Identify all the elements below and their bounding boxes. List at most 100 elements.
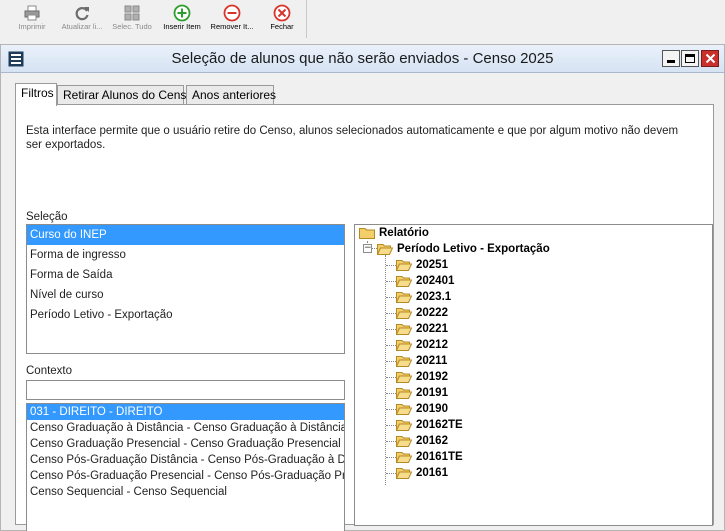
tree-node-label: 20162TE <box>416 419 463 431</box>
open-folder-icon <box>396 436 412 448</box>
tree-connector <box>386 345 396 346</box>
tree-node-label: 20212 <box>416 339 448 351</box>
collapse-toggle[interactable]: − <box>363 244 372 253</box>
tree-node-period[interactable]: 20222 <box>396 305 448 321</box>
selecao-item[interactable]: Curso do INEP <box>27 225 344 245</box>
tree-connector <box>386 409 396 410</box>
tree-node-label: 20251 <box>416 259 448 271</box>
toolbar: Imprimir Atualizar li... Selec. Tudo Ins… <box>0 0 725 38</box>
tree-node-label: 20221 <box>416 323 448 335</box>
contexto-label: Contexto <box>26 365 73 377</box>
contexto-item[interactable]: Censo Graduação à Distância - Censo Grad… <box>27 420 344 436</box>
tree-node-label: Relatório <box>379 227 429 239</box>
folder-icon <box>359 228 375 240</box>
contexto-list[interactable]: 031 - DIREITO - DIREITO Censo Graduação … <box>26 403 345 531</box>
selecao-item[interactable]: Nível de curso <box>27 285 344 305</box>
tree-connector <box>386 361 396 362</box>
tree-connector <box>386 393 396 394</box>
selecao-list[interactable]: Curso do INEP Forma de ingresso Forma de… <box>26 224 345 354</box>
contexto-item[interactable]: Censo Graduação Presencial - Censo Gradu… <box>27 436 344 452</box>
tree-connector <box>386 329 396 330</box>
tree-node-root[interactable]: Relatório <box>359 225 429 241</box>
tree-node-label: 20211 <box>416 355 448 367</box>
tree-node-period[interactable]: 20251 <box>396 257 448 273</box>
tree-connector <box>386 425 396 426</box>
select-all-button-label: Selec. Tudo <box>112 22 152 31</box>
tree-node-period[interactable]: 20212 <box>396 337 448 353</box>
plus-circle-icon <box>173 4 191 22</box>
window-titlebar[interactable]: Seleção de alunos que não serão enviados… <box>1 45 724 73</box>
open-folder-icon <box>396 468 412 480</box>
contexto-filter-input[interactable] <box>26 380 345 400</box>
window-close-button[interactable] <box>701 50 719 67</box>
minimize-button[interactable] <box>662 50 680 67</box>
tree-connector <box>386 313 396 314</box>
tree-node-period[interactable]: 2023.1 <box>396 289 451 305</box>
tree-node-label: 20161TE <box>416 451 463 463</box>
contexto-item[interactable]: Censo Sequencial - Censo Sequencial <box>27 484 344 500</box>
select-all-icon <box>124 5 140 21</box>
open-folder-icon <box>396 276 412 288</box>
tree-node-label: 20162 <box>416 435 448 447</box>
tree-node-period[interactable]: 202401 <box>396 273 454 289</box>
toolbar-group: Imprimir Atualizar li... Selec. Tudo Ins… <box>0 0 307 38</box>
refresh-list-button-label: Atualizar li... <box>61 22 103 31</box>
tree-connector <box>386 473 396 474</box>
close-button[interactable]: Fechar <box>254 2 310 36</box>
open-folder-icon <box>396 404 412 416</box>
print-button[interactable]: Imprimir <box>4 2 60 36</box>
contexto-item[interactable]: Censo Pós-Graduação Distância - Censo Pó… <box>27 452 344 468</box>
refresh-list-button[interactable]: Atualizar li... <box>54 2 110 36</box>
selecao-item[interactable]: Forma de Saída <box>27 265 344 285</box>
tree-connector <box>385 255 386 485</box>
open-folder-icon <box>396 420 412 432</box>
tab-anos-anteriores[interactable]: Anos anteriores <box>186 85 276 105</box>
close-circle-icon <box>273 4 291 22</box>
maximize-button[interactable] <box>681 50 699 67</box>
tree-node-label: 20222 <box>416 307 448 319</box>
selecao-item[interactable]: Forma de ingresso <box>27 245 344 265</box>
tree-node-period[interactable]: 20221 <box>396 321 448 337</box>
remove-item-button[interactable]: Remover It... <box>204 2 260 36</box>
window-title: Seleção de alunos que não serão enviados… <box>171 50 554 67</box>
print-button-label: Imprimir <box>18 22 46 31</box>
minimize-icon <box>667 60 675 63</box>
tree-node-period[interactable]: 20211 <box>396 353 447 369</box>
tree-node-period[interactable]: 20162 <box>396 433 448 449</box>
open-folder-icon <box>396 388 412 400</box>
insert-item-button[interactable]: Inserir Item <box>154 2 210 36</box>
tree-node-period[interactable]: 20161TE <box>396 449 463 465</box>
maximize-icon <box>685 54 695 63</box>
minus-circle-icon <box>223 4 241 22</box>
tree-connector <box>386 297 396 298</box>
tree-node-label: 2023.1 <box>416 291 452 303</box>
tree-node-label: 20191 <box>416 387 448 399</box>
selecao-item[interactable]: Período Letivo - Exportação <box>27 305 344 325</box>
tree-connector <box>386 457 396 458</box>
tree-node-period[interactable]: 20192 <box>396 369 448 385</box>
close-button-label: Fechar <box>270 22 294 31</box>
selection-window: Seleção de alunos que não serão enviados… <box>0 44 725 531</box>
contexto-item[interactable]: 031 - DIREITO - DIREITO <box>27 404 344 420</box>
open-folder-icon <box>396 340 412 352</box>
contexto-item[interactable]: Censo Pós-Graduação Presencial - Censo P… <box>27 468 344 484</box>
tree-node-label: 20192 <box>416 371 448 383</box>
open-folder-icon <box>396 372 412 384</box>
tree-node-label: 20161 <box>416 467 448 479</box>
tree-node-period[interactable]: 20162TE <box>396 417 463 433</box>
open-folder-icon <box>396 324 412 336</box>
tree-node-periodo[interactable]: Período Letivo - Exportação <box>377 241 550 257</box>
open-folder-icon <box>396 308 412 320</box>
open-folder-icon <box>396 356 412 368</box>
tree-node-period[interactable]: 20161 <box>396 465 448 481</box>
refresh-icon <box>75 7 89 21</box>
tree-node-period[interactable]: 20190 <box>396 401 448 417</box>
tree-node-period[interactable]: 20191 <box>396 385 448 401</box>
select-all-button[interactable]: Selec. Tudo <box>104 2 160 36</box>
tree-connector <box>386 265 396 266</box>
tree-connector <box>386 377 396 378</box>
tab-filtros[interactable]: Filtros <box>15 83 57 106</box>
report-tree[interactable]: Relatório − Período Letivo - Exportação … <box>354 224 713 526</box>
tab-retirar-alunos[interactable]: Retirar Alunos do Censo <box>57 85 193 105</box>
close-icon <box>705 53 716 64</box>
